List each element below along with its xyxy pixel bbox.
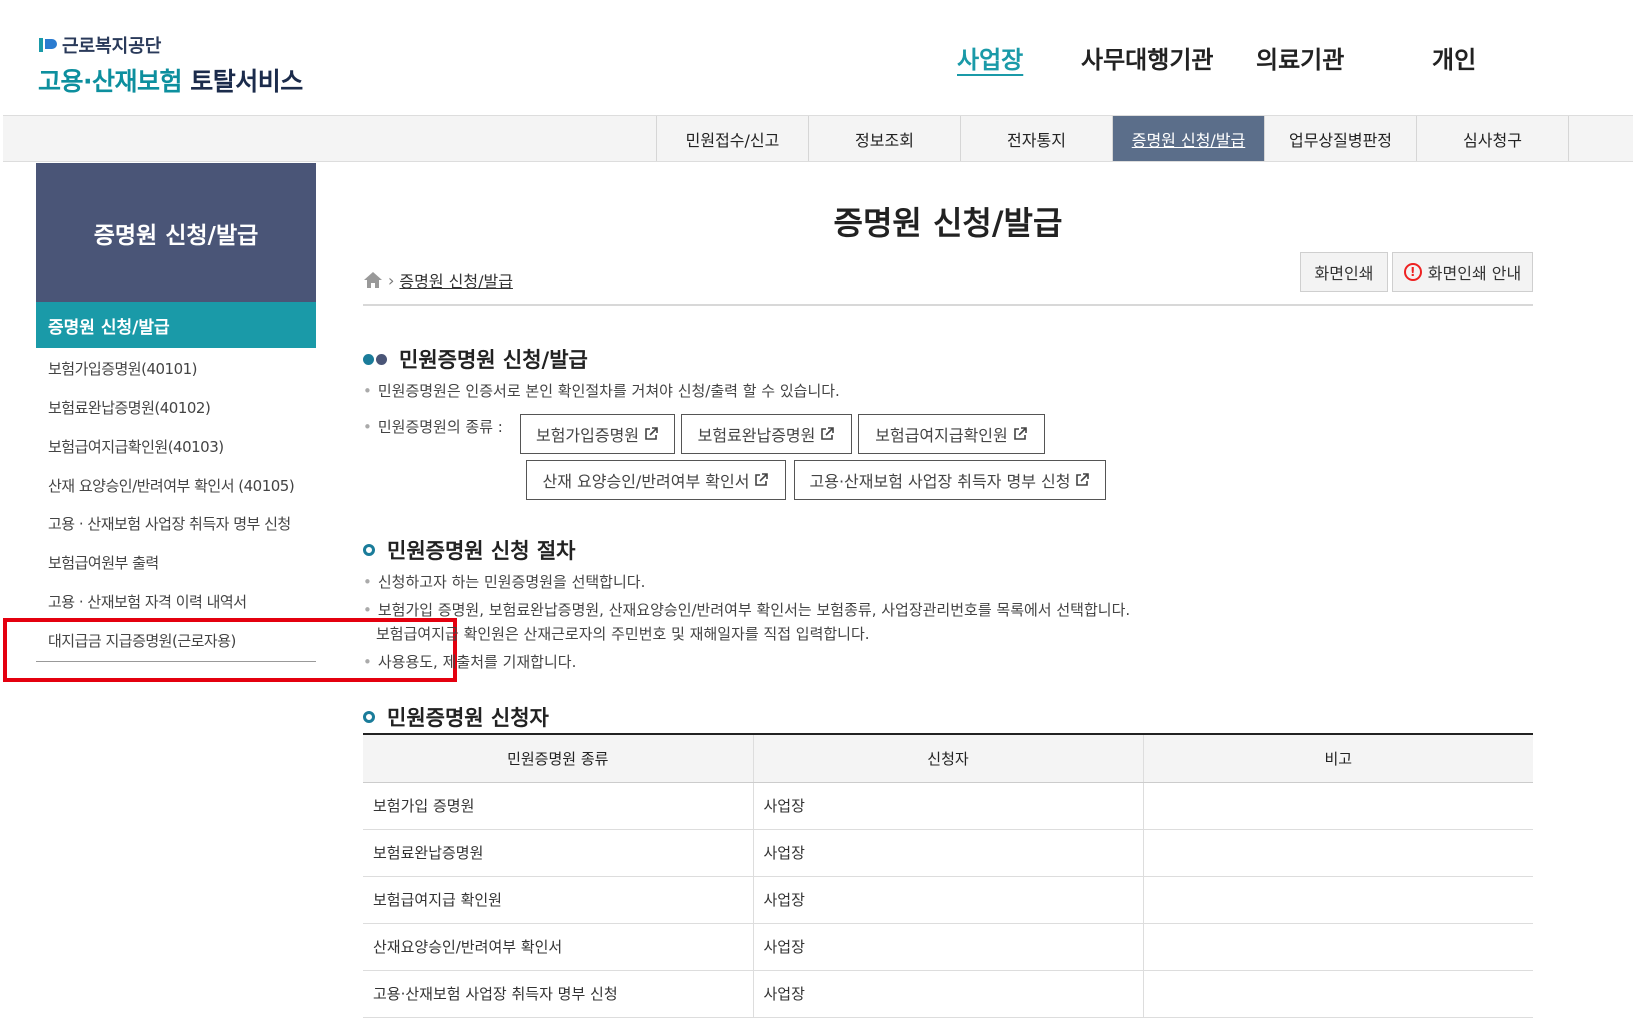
section-title: 민원증명원 신청 절차 (387, 539, 576, 563)
table-cell (1143, 923, 1533, 971)
sidebar-item-acquirer-list[interactable]: 고용 · 산재보험 사업장 취득자 명부 신청 (36, 506, 316, 544)
external-link-icon (1013, 427, 1027, 440)
section-desc: • 민원증명원은 인증서로 본인 확인절차를 거쳐야 신청/출력 할 수 있습니다… (363, 382, 840, 400)
sidebar-item-care-approval[interactable]: 산재 요양승인/반려여부 확인서 (40105) (36, 467, 316, 506)
table-cell: 사업장 (753, 782, 1144, 830)
external-link-icon (1076, 473, 1090, 486)
table-cell (1143, 876, 1533, 924)
gnb-item-review-request[interactable]: 심사청구 (1416, 116, 1568, 161)
procedure-step: • 보험가입 증명원, 보험료완납증명원, 산재요양승인/반려여부 확인서는 보험… (363, 601, 1131, 619)
table-cell: 보험가입 증명원 (363, 782, 754, 830)
gnb-item-civil-reception[interactable]: 민원접수/신고 (656, 116, 808, 161)
gnb-item-info-inquiry[interactable]: 정보조회 (808, 116, 960, 161)
types-label: • 민원증명원의 종류 : (363, 418, 503, 436)
gnb-item-occupational-disease[interactable]: 업무상질병판정 (1264, 116, 1416, 161)
section-bullet-icon (363, 544, 375, 556)
user-tab-agency[interactable]: 사무대행기관 (1081, 40, 1213, 75)
chevron-right-icon: › (388, 270, 395, 290)
table-header: 신청자 (753, 734, 1144, 783)
sidebar-title: 증명원 신청/발급 (36, 163, 316, 302)
external-link-icon (755, 473, 769, 486)
sidebar-item-benefit-ledger[interactable]: 보험급여원부 출력 (36, 544, 316, 583)
table-row: 보험급여지급 확인원 사업장 (363, 876, 1533, 924)
table-row: 보험료완납증명원 사업장 (363, 829, 1533, 877)
sidebar: 증명원 신청/발급 증명원 신청/발급 보험가입증명원(40101) 보험료완납… (36, 163, 316, 662)
table-row: 보험가입 증명원 사업장 (363, 782, 1533, 830)
section-bullet-icon (363, 711, 375, 723)
gnb-divider (1568, 116, 1569, 161)
table-row: 산재요양승인/반려여부 확인서 사업장 (363, 923, 1533, 971)
table-cell: 보험급여지급 확인원 (363, 876, 754, 924)
external-link-icon (821, 427, 835, 440)
table-cell: 사업장 (753, 923, 1144, 971)
sidebar-menu: 보험가입증명원(40101) 보험료완납증명원(40102) 보험급여지급확인원… (36, 348, 316, 662)
procedure-step: 보험급여지급 확인원은 산재근로자의 주민번호 및 재해일자를 직접 입력합니다… (376, 625, 870, 643)
section-title: 민원증명원 신청자 (387, 706, 549, 730)
sidebar-item-insurance-cert[interactable]: 보험가입증명원(40101) (36, 348, 316, 389)
section-apply-issue: 민원증명원 신청/발급 (363, 344, 588, 374)
link-benefit-confirm[interactable]: 보험급여지급확인원 (858, 414, 1045, 454)
table-cell: 사업장 (753, 829, 1144, 877)
table-cell (1143, 970, 1533, 1018)
sidebar-item-active[interactable]: 증명원 신청/발급 (36, 302, 316, 348)
table-cell: 산재요양승인/반려여부 확인서 (363, 923, 754, 971)
sidebar-item-qualification-history[interactable]: 고용 · 산재보험 자격 이력 내역서 (36, 583, 316, 622)
link-care-approval[interactable]: 산재 요양승인/반려여부 확인서 (526, 460, 786, 500)
user-tab-personal[interactable]: 개인 (1432, 40, 1476, 75)
table-cell: 사업장 (753, 876, 1144, 924)
table-cell: 고용·산재보험 사업장 취득자 명부 신청 (363, 970, 754, 1018)
link-insurance-cert[interactable]: 보험가입증명원 (520, 414, 675, 454)
sidebar-item-premium-paid-cert[interactable]: 보험료완납증명원(40102) (36, 389, 316, 428)
link-premium-paid-cert[interactable]: 보험료완납증명원 (681, 414, 852, 454)
divider (363, 304, 1533, 306)
section-applicant: 민원증명원 신청자 (363, 702, 549, 732)
section-bullet-icon (363, 353, 389, 365)
table-cell (1143, 782, 1533, 830)
table-header: 비고 (1143, 734, 1533, 783)
procedure-step: • 사용용도, 제출처를 기재합니다. (363, 653, 577, 671)
applicant-table: 민원증명원 종류 신청자 비고 보험가입 증명원 사업장 보험료완납증명원 사업… (363, 733, 1533, 1018)
page-title: 증명원 신청/발급 (833, 204, 1063, 242)
table-cell (1143, 829, 1533, 877)
link-acquirer-list[interactable]: 고용·산재보험 사업장 취득자 명부 신청 (794, 460, 1106, 500)
gnb-item-certificate[interactable]: 증명원 신청/발급 (1112, 116, 1264, 161)
gnb-item-e-notice[interactable]: 전자통지 (960, 116, 1112, 161)
home-icon[interactable] (363, 271, 383, 289)
main-menu-bar: 민원접수/신고 정보조회 전자통지 증명원 신청/발급 업무상질병판정 심사청구 (3, 115, 1633, 162)
table-cell: 사업장 (753, 970, 1144, 1018)
table-row: 고용·산재보험 사업장 취득자 명부 신청 사업장 (363, 970, 1533, 1018)
user-tab-medical[interactable]: 의료기관 (1256, 40, 1344, 75)
section-title: 민원증명원 신청/발급 (399, 348, 588, 372)
user-type-nav: 사업장 사무대행기관 의료기관 개인 (0, 40, 1633, 80)
print-guide-button[interactable]: ! 화면인쇄 안내 (1392, 252, 1533, 292)
table-cell: 보험료완납증명원 (363, 829, 754, 877)
external-link-icon (645, 427, 658, 440)
print-button[interactable]: 화면인쇄 (1300, 252, 1388, 292)
alert-icon: ! (1403, 263, 1422, 281)
section-procedure: 민원증명원 신청 절차 (363, 535, 576, 565)
sidebar-item-substitute-payment[interactable]: 대지급금 지급증명원(근로자용) (36, 622, 316, 661)
sidebar-item-benefit-confirm[interactable]: 보험급여지급확인원(40103) (36, 428, 316, 467)
user-tab-business[interactable]: 사업장 (957, 40, 1023, 75)
breadcrumb-current[interactable]: 증명원 신청/발급 (399, 268, 513, 292)
table-header: 민원증명원 종류 (363, 734, 754, 783)
print-guide-label: 화면인쇄 안내 (1427, 264, 1522, 283)
procedure-step: • 신청하고자 하는 민원증명원을 선택합니다. (363, 573, 646, 591)
breadcrumb: › 증명원 신청/발급 (363, 268, 513, 292)
